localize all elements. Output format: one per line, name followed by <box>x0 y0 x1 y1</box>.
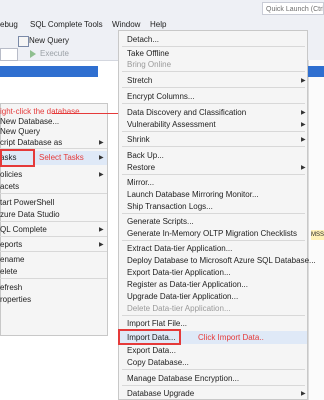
menu-separator <box>122 87 305 88</box>
annotation-select-tasks: Select Tasks <box>39 153 84 162</box>
menu-item-script-database-as[interactable]: cript Database as <box>0 138 62 147</box>
submenu-arrow-icon: ▶ <box>301 137 306 143</box>
menu-tools[interactable]: Tools <box>84 20 103 29</box>
menu-item-take-offline[interactable]: Take Offline <box>127 49 169 58</box>
tasks-annotation-box <box>0 149 35 167</box>
submenu-arrow-icon: ▶ <box>301 78 306 84</box>
menu-item-restore[interactable]: Restore <box>127 163 155 172</box>
submenu-arrow-icon: ▶ <box>301 122 306 128</box>
menu-item-copy-database[interactable]: Copy Database... <box>127 358 189 367</box>
menu-item-export-data-tier[interactable]: Export Data-tier Application... <box>127 268 231 277</box>
menu-item-register-data-tier[interactable]: Register as Data-tier Application... <box>127 280 248 289</box>
menu-debug[interactable]: ebug <box>0 20 18 29</box>
menu-item-start-powershell[interactable]: tart PowerShell <box>0 198 54 207</box>
menu-item-export-data[interactable]: Export Data... <box>127 346 176 355</box>
menu-item-rename[interactable]: ename <box>0 255 24 264</box>
menu-item-mirror[interactable]: Mirror... <box>127 178 154 187</box>
database-combo[interactable] <box>0 48 18 61</box>
menu-item-bring-online: Bring Online <box>127 60 172 69</box>
menu-item-upgrade-data-tier[interactable]: Upgrade Data-tier Application... <box>127 292 238 301</box>
menu-separator <box>0 193 107 194</box>
menu-separator <box>122 240 305 241</box>
menu-separator <box>122 131 305 132</box>
menu-separator <box>122 385 305 386</box>
menu-item-data-discovery[interactable]: Data Discovery and Classification <box>127 108 246 117</box>
menu-item-mirroring-monitor[interactable]: Launch Database Mirroring Monitor... <box>127 190 259 199</box>
menu-item-new-query[interactable]: New Query <box>0 127 40 136</box>
menu-separator <box>0 251 107 252</box>
background-tag: MSS <box>311 230 324 240</box>
menu-item-extract-data-tier[interactable]: Extract Data-tier Application... <box>127 244 232 253</box>
menu-separator <box>122 174 305 175</box>
menu-separator <box>0 221 107 222</box>
menu-item-properties[interactable]: roperties <box>0 295 31 304</box>
menu-window[interactable]: Window <box>112 20 140 29</box>
menu-item-delete-data-tier: Delete Data-tier Application... <box>127 304 231 313</box>
menu-item-reports[interactable]: eports <box>0 240 22 249</box>
menu-separator <box>0 278 107 279</box>
background-window-titlebar <box>308 66 324 77</box>
menu-item-generate-scripts[interactable]: Generate Scripts... <box>127 217 194 226</box>
submenu-arrow-icon: ▶ <box>301 391 306 397</box>
menu-item-vulnerability-assessment[interactable]: Vulnerability Assessment <box>127 120 216 129</box>
submenu-arrow-icon: ▶ <box>99 227 104 233</box>
quick-launch-input[interactable]: Quick Launch (Ctrl <box>262 2 324 15</box>
menu-item-database-upgrade[interactable]: Database Upgrade <box>127 389 194 398</box>
menu-item-policies[interactable]: olicies <box>0 170 22 179</box>
annotation-click-import: Click Import Data.. <box>198 333 264 342</box>
execute-icon[interactable] <box>30 50 36 58</box>
object-explorer-titlebar <box>0 66 98 77</box>
submenu-arrow-icon: ▶ <box>99 140 104 146</box>
menu-item-encrypt-columns[interactable]: Encrypt Columns... <box>127 92 195 101</box>
menu-item-new-database[interactable]: New Database... <box>0 117 59 126</box>
menu-item-facets[interactable]: acets <box>0 182 19 191</box>
menu-separator <box>122 146 305 147</box>
menu-item-azure-data-studio[interactable]: zure Data Studio <box>0 210 60 219</box>
execute-button[interactable]: Execute <box>40 49 69 58</box>
import-data-annotation-box <box>118 329 181 345</box>
menu-item-ship-transaction-logs[interactable]: Ship Transaction Logs... <box>127 202 213 211</box>
menu-item-stretch[interactable]: Stretch <box>127 76 152 85</box>
submenu-arrow-icon: ▶ <box>301 165 306 171</box>
menu-item-oltp-checklists[interactable]: Generate In-Memory OLTP Migration Checkl… <box>127 229 297 238</box>
menu-item-manage-encryption[interactable]: Manage Database Encryption... <box>127 374 239 383</box>
menu-item-sql-complete[interactable]: QL Complete <box>0 225 47 234</box>
new-query-icon[interactable] <box>18 36 29 47</box>
submenu-arrow-icon: ▶ <box>99 155 104 161</box>
menu-sql-complete[interactable]: SQL Complete <box>30 20 82 29</box>
menu-separator <box>122 369 305 370</box>
annotation-right-click: ight-click the database <box>0 107 80 116</box>
submenu-arrow-icon: ▶ <box>99 242 104 248</box>
menu-item-refresh[interactable]: efresh <box>0 283 22 292</box>
menu-separator <box>122 315 305 316</box>
menu-separator <box>122 103 305 104</box>
menu-item-deploy-azure[interactable]: Deploy Database to Microsoft Azure SQL D… <box>127 256 316 265</box>
menu-separator <box>0 236 107 237</box>
submenu-arrow-icon: ▶ <box>99 172 104 178</box>
menu-help[interactable]: Help <box>150 20 166 29</box>
menu-separator <box>122 71 305 72</box>
menu-item-back-up[interactable]: Back Up... <box>127 151 164 160</box>
menu-item-import-flat-file[interactable]: Import Flat File... <box>127 319 187 328</box>
submenu-arrow-icon: ▶ <box>301 110 306 116</box>
new-query-button[interactable]: New Query <box>29 36 69 45</box>
menu-item-delete[interactable]: elete <box>0 267 17 276</box>
menu-separator <box>122 46 305 47</box>
annotation-line <box>52 113 118 114</box>
menu-item-detach[interactable]: Detach... <box>127 35 159 44</box>
menu-item-shrink[interactable]: Shrink <box>127 135 150 144</box>
menu-separator <box>122 213 305 214</box>
